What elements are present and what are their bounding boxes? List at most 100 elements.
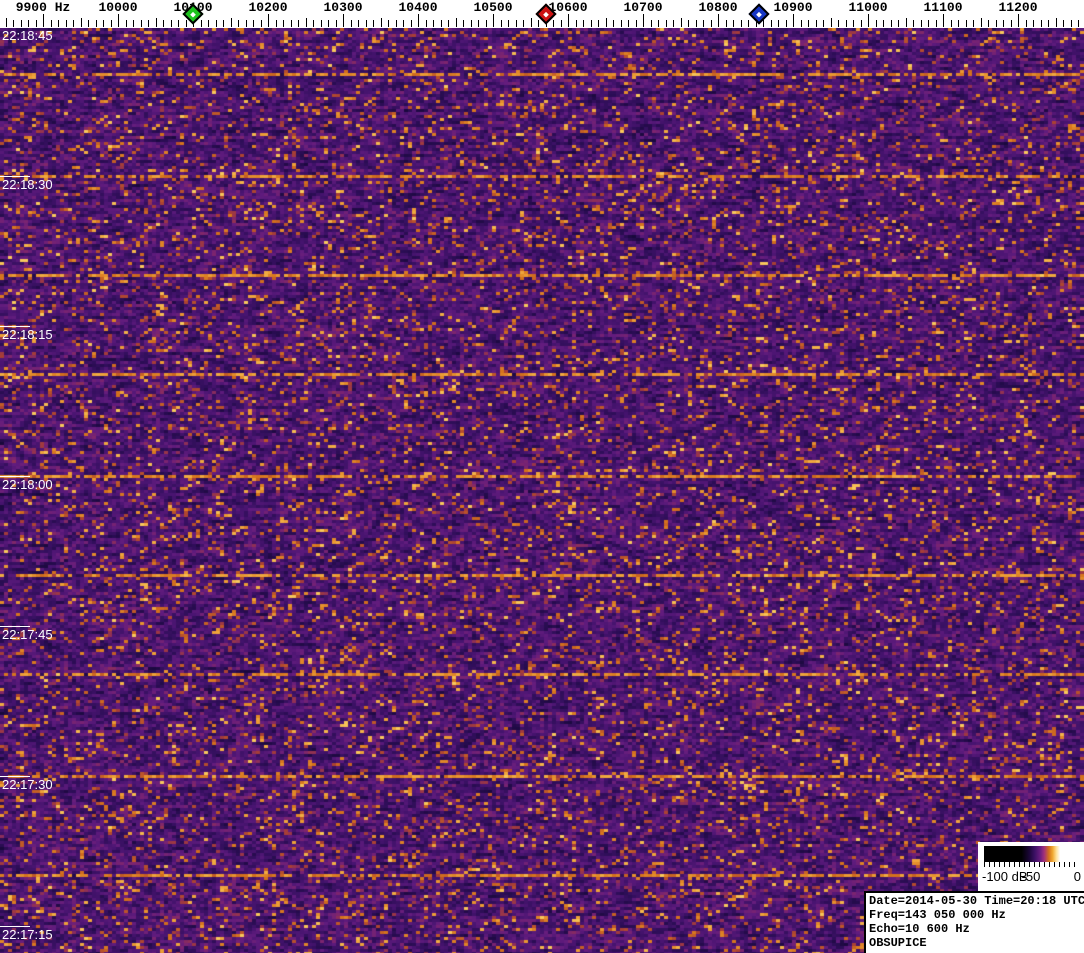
- freq-tick: [538, 20, 539, 27]
- freq-tick: [313, 20, 314, 27]
- colorbar-ticks: [984, 862, 1079, 867]
- colorbar-gradient: [984, 846, 1078, 862]
- freq-tick: [253, 20, 254, 27]
- freq-tick: [21, 20, 22, 27]
- freq-tick: [156, 18, 157, 27]
- freq-tick: [508, 20, 509, 27]
- freq-tick: [681, 18, 682, 27]
- marker-center-dot: [190, 11, 196, 17]
- freq-tick: [748, 20, 749, 27]
- freq-tick: [891, 20, 892, 27]
- freq-tick: [621, 20, 622, 27]
- freq-tick: [801, 20, 802, 27]
- freq-tick: [861, 20, 862, 27]
- freq-tick: [516, 20, 517, 27]
- freq-tick: [441, 20, 442, 27]
- freq-tick: [486, 20, 487, 27]
- freq-tick: [643, 14, 644, 27]
- freq-tick: [298, 20, 299, 27]
- freq-tick: [913, 20, 914, 27]
- freq-tick: [561, 20, 562, 27]
- freq-tick: [126, 20, 127, 27]
- freq-tick: [403, 20, 404, 27]
- freq-tick: [816, 20, 817, 27]
- freq-label: 10200: [248, 0, 288, 15]
- freq-tick: [471, 20, 472, 27]
- spectrogram-canvas[interactable]: [0, 28, 1084, 953]
- freq-label: 10000: [98, 0, 138, 15]
- freq-tick: [43, 14, 44, 27]
- freq-tick: [733, 20, 734, 27]
- freq-tick: [13, 20, 14, 27]
- freq-tick: [343, 14, 344, 27]
- freq-tick: [186, 20, 187, 27]
- freq-tick: [921, 20, 922, 27]
- freq-tick: [1078, 20, 1079, 27]
- freq-tick: [238, 20, 239, 27]
- marker-center-dot: [756, 11, 763, 17]
- freq-tick: [568, 14, 569, 27]
- freq-tick: [928, 20, 929, 27]
- freq-tick: [96, 20, 97, 27]
- time-label: 22:18:15: [2, 327, 53, 342]
- time-label: 22:18:45: [2, 28, 53, 43]
- freq-tick: [1003, 20, 1004, 27]
- freq-tick: [373, 20, 374, 27]
- freq-tick: [673, 20, 674, 27]
- freq-tick: [703, 20, 704, 27]
- time-label: 22:17:45: [2, 627, 53, 642]
- freq-tick: [36, 20, 37, 27]
- freq-tick: [291, 20, 292, 27]
- frequency-ruler: 9900 Hz100001010010200103001040010500106…: [0, 0, 1084, 28]
- freq-tick: [868, 14, 869, 27]
- freq-tick: [1056, 18, 1057, 27]
- freq-tick: [351, 20, 352, 27]
- info-box: Date=2014-05-30 Time=20:18 UTC Freq=143 …: [864, 891, 1084, 953]
- freq-tick: [321, 20, 322, 27]
- freq-tick: [478, 20, 479, 27]
- freq-tick: [208, 20, 209, 27]
- info-station: OBSUPICE: [869, 936, 927, 950]
- freq-tick: [358, 20, 359, 27]
- freq-tick: [448, 20, 449, 27]
- freq-tick: [876, 20, 877, 27]
- freq-tick: [583, 20, 584, 27]
- blue-marker-diamond-icon[interactable]: [748, 3, 770, 25]
- freq-tick: [306, 18, 307, 27]
- freq-tick: [1033, 20, 1034, 27]
- freq-tick: [396, 20, 397, 27]
- freq-tick: [1071, 20, 1072, 27]
- freq-tick: [336, 20, 337, 27]
- marker-center-dot: [542, 11, 549, 17]
- freq-tick: [1063, 20, 1064, 27]
- freq-tick: [591, 20, 592, 27]
- freq-tick: [936, 20, 937, 27]
- freq-tick: [823, 20, 824, 27]
- freq-label: 10900: [773, 0, 813, 15]
- freq-tick: [268, 14, 269, 27]
- freq-tick: [666, 20, 667, 27]
- freq-tick: [81, 18, 82, 27]
- freq-tick: [171, 20, 172, 27]
- freq-tick: [493, 14, 494, 27]
- freq-tick: [133, 20, 134, 27]
- freq-tick: [1026, 20, 1027, 27]
- waterfall-app: 9900 Hz100001010010200103001040010500106…: [0, 0, 1084, 953]
- freq-tick: [246, 20, 247, 27]
- freq-tick: [1041, 20, 1042, 27]
- freq-tick: [261, 20, 262, 27]
- freq-tick: [553, 20, 554, 27]
- freq-tick: [688, 20, 689, 27]
- freq-tick: [201, 20, 202, 27]
- freq-tick: [433, 20, 434, 27]
- freq-tick: [426, 20, 427, 27]
- freq-tick: [958, 20, 959, 27]
- freq-tick: [793, 14, 794, 27]
- freq-tick: [996, 20, 997, 27]
- freq-tick: [763, 20, 764, 27]
- freq-label: 10300: [323, 0, 363, 15]
- freq-tick: [163, 20, 164, 27]
- freq-tick: [613, 20, 614, 27]
- freq-tick: [711, 20, 712, 27]
- freq-tick: [328, 20, 329, 27]
